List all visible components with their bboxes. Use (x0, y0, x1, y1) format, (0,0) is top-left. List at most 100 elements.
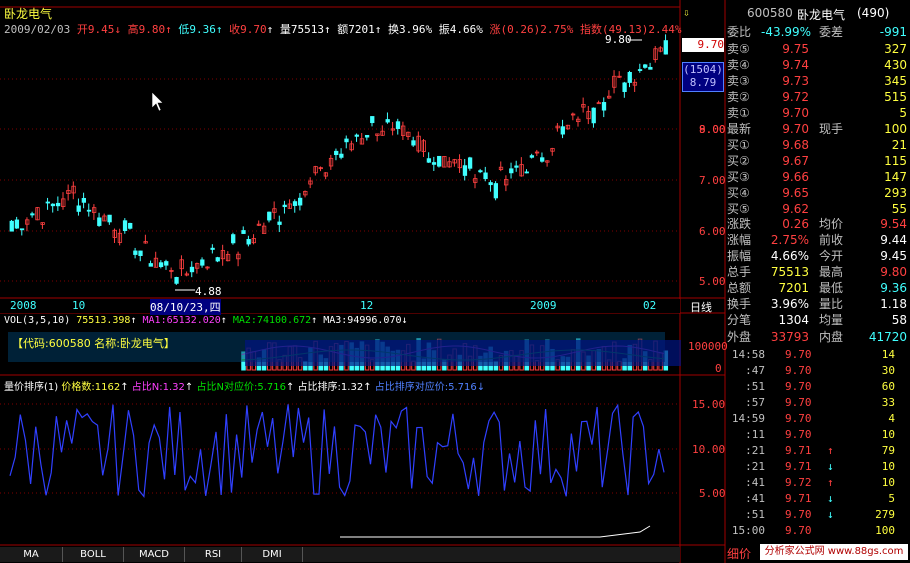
stat-row[interactable]: 振幅 4.66% 今开 9.45 (727, 248, 909, 264)
candle-body (540, 157, 545, 162)
candle-body (50, 203, 56, 207)
candle-body (467, 157, 473, 169)
candle-body (339, 153, 344, 158)
bid-row-vol: 115 (884, 154, 907, 168)
stat-row[interactable]: 涨跌 0.26 均价 9.54 (727, 216, 909, 232)
tick-volume: 79 (881, 444, 895, 457)
stat-row-label: 涨幅 (727, 233, 752, 247)
chg-label: 涨 (489, 23, 501, 36)
tab-rsi[interactable]: RSI (185, 547, 242, 562)
stat-row-vol: 58 (891, 313, 907, 327)
hand-label: 现手 (819, 122, 844, 136)
stat-row-label: 总额 (727, 281, 752, 295)
candle-body (601, 102, 607, 111)
candle-body (648, 66, 653, 70)
bid-row[interactable]: 买⑤ 9.62 55 (727, 201, 909, 217)
ask-row-vol: 5 (899, 106, 907, 120)
tick-volume: 100 (875, 524, 895, 537)
vol-label: 量 (279, 23, 291, 36)
tick-volume: 33 (881, 396, 895, 409)
detail-label[interactable]: 细价 (727, 545, 751, 562)
tick-row: 14:58 9.70 14 (727, 347, 909, 363)
bid-row[interactable]: 买① 9.68 21 (727, 137, 909, 153)
amt-value: 7201 (348, 23, 375, 36)
candle-body (637, 69, 643, 71)
turn-label: 换 (387, 23, 399, 36)
weibi-row: 委比 -43.99% 委差 -991 (727, 24, 909, 40)
bid-row-price: 9.62 (782, 202, 809, 216)
stat-row-price: 75513 (770, 265, 809, 279)
collapse-arrow-icon[interactable]: ⇩ (683, 6, 690, 19)
ind-axis-15: 15.00 (692, 398, 726, 411)
inner-value: 41720 (868, 330, 907, 344)
stat-row-label2: 今开 (819, 249, 844, 263)
stat-row[interactable]: 总手 75513 最高 9.80 (727, 264, 909, 280)
candle-body (411, 140, 416, 146)
stat-row[interactable]: 总额 7201 最低 9.36 (727, 280, 909, 296)
wb-label: 委比 (727, 25, 752, 39)
tick-price: 9.71 (785, 492, 812, 505)
tick-volume: 4 (888, 412, 895, 425)
bid-row[interactable]: 买② 9.67 115 (727, 153, 909, 169)
candle-body (9, 220, 14, 232)
tick-time: :51 (745, 380, 765, 393)
tab-dmi[interactable]: DMI (242, 547, 303, 562)
stat-row[interactable]: 换手 3.96% 量比 1.18 (727, 296, 909, 312)
date-axis-label: 12 (360, 299, 374, 312)
tick-volume: 279 (875, 508, 895, 521)
bid-row[interactable]: 买③ 9.66 147 (727, 169, 909, 185)
open-value: 9.45 (87, 23, 115, 36)
stat-row-label: 涨跌 (727, 217, 752, 231)
stat-row-vol: 9.36 (880, 281, 907, 295)
stat-row-price: 3.96% (770, 297, 809, 311)
ask-row-price: 9.75 (782, 42, 809, 56)
candle-body (128, 222, 133, 229)
candle-body (395, 121, 401, 129)
tick-time: :11 (745, 428, 765, 441)
candle-body (267, 211, 272, 221)
tick-row: :41 9.72 ↑ 10 (727, 475, 909, 491)
tab-ma[interactable]: MA (0, 547, 63, 562)
tick-time: :47 (745, 364, 765, 377)
date-axis-label: 10 (72, 299, 86, 312)
ask-row-price: 9.74 (782, 58, 809, 72)
up-arrow-icon: ↑ (165, 23, 172, 36)
ask-row[interactable]: 卖① 9.70 5 (727, 105, 909, 121)
stat-row[interactable]: 分笔 1304 均量 58 (727, 312, 909, 328)
candle-body (76, 205, 81, 212)
candle-body (97, 217, 102, 226)
sub-price-box: (1504) 8.79 (682, 62, 724, 92)
ask-row[interactable]: 卖⑤ 9.75 327 (727, 41, 909, 57)
candle-body (334, 150, 339, 156)
price-axis-5: 5.00 (699, 275, 726, 288)
panel-code: 600580 (747, 6, 793, 20)
tick-row: 14:59 9.70 4 (727, 411, 909, 427)
idx-pct: 2.44% (648, 23, 682, 36)
tick-time: 15:00 (731, 524, 765, 537)
tab-boll[interactable]: BOLL (63, 547, 124, 562)
candle-body (215, 257, 220, 262)
ask-row[interactable]: 卖② 9.72 515 (727, 89, 909, 105)
tick-row: :21 9.71 ↑ 79 (727, 443, 909, 459)
tick-price: 9.70 (785, 348, 812, 361)
ask-row[interactable]: 卖③ 9.73 345 (727, 73, 909, 89)
stat-row-label2: 最高 (819, 265, 844, 279)
tick-time: :21 (745, 460, 765, 473)
wb-value: -43.99% (761, 25, 812, 39)
last-row: 最新 9.70 现手 100 (727, 121, 909, 137)
stat-row-label: 总手 (727, 265, 752, 279)
candle-body (488, 182, 493, 186)
ask-row-label: 卖④ (727, 58, 750, 72)
bid-row[interactable]: 买④ 9.65 293 (727, 185, 909, 201)
ask-row-vol: 327 (884, 42, 907, 56)
period-label[interactable]: 日线 (690, 299, 712, 315)
ask-row[interactable]: 卖④ 9.74 430 (727, 57, 909, 73)
stat-row[interactable]: 涨幅 2.75% 前收 9.44 (727, 232, 909, 248)
tick-volume: 5 (888, 492, 895, 505)
ind-p4: 1.32 (340, 382, 364, 393)
ask-row-label: 卖⑤ (727, 42, 750, 56)
outer-inner-row: 外盘 33793 内盘 41720 (727, 329, 909, 345)
tick-volume: 60 (881, 380, 895, 393)
ind-p2-label: 占比N: (131, 382, 163, 393)
tab-macd[interactable]: MACD (124, 547, 185, 562)
